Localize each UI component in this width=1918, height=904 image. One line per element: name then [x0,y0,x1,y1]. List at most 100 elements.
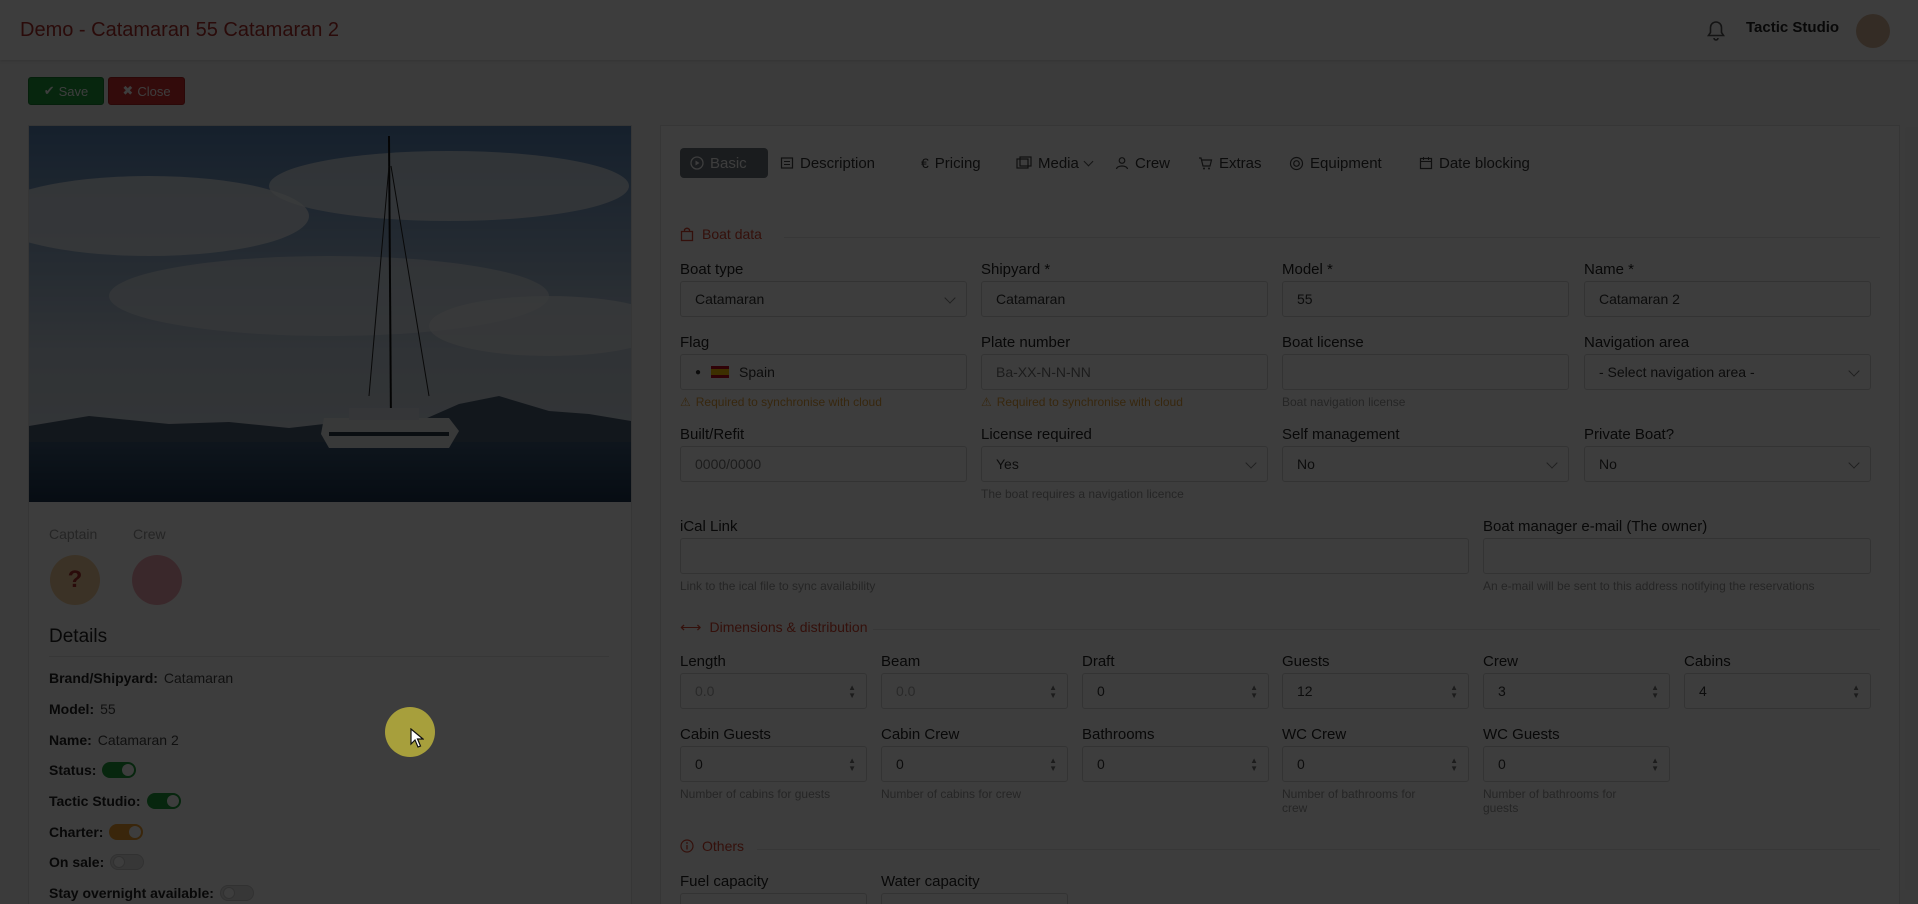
detail-value: 55 [100,701,116,717]
detail-overnight: Stay overnight available: [49,885,254,901]
status-toggle[interactable] [102,762,137,778]
license-required-select[interactable]: Yes [981,446,1268,482]
built-input[interactable] [680,446,967,482]
tab-pricing[interactable]: € Pricing [911,148,991,178]
fuel-capacity-input[interactable] [680,893,867,904]
select-value: - Select navigation area - [1599,364,1755,380]
overnight-toggle[interactable] [219,885,254,901]
manager-email-input[interactable] [1483,538,1871,574]
on-sale-toggle[interactable] [110,854,145,870]
wc-crew-hint: Number of bathrooms for crew [1282,787,1415,815]
captain-avatar[interactable]: ? [50,555,100,605]
bullet-icon: ● [695,366,702,378]
input-value: 0.0 [896,683,916,699]
wc-guests-label: WC Guests [1483,726,1560,743]
water-capacity-input[interactable] [881,893,1068,904]
guests-input[interactable]: 12 ▲ ▼ [1282,673,1469,709]
detail-on-sale: On sale: [49,854,145,870]
ical-input[interactable] [680,538,1469,574]
tab-crew[interactable]: Crew [1105,148,1180,178]
stepper-icon[interactable]: ▲ ▼ [1450,684,1458,700]
warning-icon: ⚠ [981,395,992,409]
wc-crew-label: WC Crew [1282,726,1347,743]
wc-guests-hint: Number of bathrooms for guests [1483,787,1616,815]
fuel-capacity-label: Fuel capacity [680,873,769,890]
save-button[interactable]: ✔ Save [28,77,104,105]
user-name[interactable]: Tactic Studio [1746,19,1839,36]
tab-equipment[interactable]: Equipment [1279,148,1392,178]
close-icon: ✖ [122,83,134,98]
beam-input[interactable]: 0.0 ▲ ▼ [881,673,1068,709]
tab-media[interactable]: Media [1006,148,1102,178]
model-input[interactable]: 55 [1282,281,1569,317]
cabin-crew-hint: Number of cabins for crew [881,787,1022,801]
stepper-icon[interactable]: ▲ ▼ [1049,684,1057,700]
plate-input[interactable] [981,354,1268,390]
tactic-studio-toggle[interactable] [146,793,181,809]
flag-warning: ⚠ Required to synchronise with cloud [680,395,882,409]
section-title: Others [702,838,745,854]
tab-label: Crew [1135,154,1171,172]
name-input[interactable]: Catamaran 2 [1584,281,1871,317]
select-value: No [1297,456,1315,472]
arrows-horizontal-icon: ⟷ [680,619,702,636]
hint-line: Number of bathrooms for [1282,787,1416,801]
section-others: Others [680,838,744,854]
stepper-icon[interactable]: ▲ ▼ [1250,757,1258,773]
stepper-icon[interactable]: ▲ ▼ [1852,684,1860,700]
hint-line: guests [1483,801,1519,815]
document-icon [780,157,794,169]
bell-icon[interactable] [1706,20,1726,42]
avatar[interactable] [1856,14,1890,48]
stepper-icon[interactable]: ▲ ▼ [848,684,856,700]
charter-toggle[interactable] [109,824,144,840]
license-required-hint: The boat requires a navigation licence [981,487,1184,501]
cabin-guests-input[interactable]: 0 ▲ ▼ [680,746,867,782]
navigation-area-select[interactable]: - Select navigation area - [1584,354,1871,390]
stepper-icon[interactable]: ▲ ▼ [1250,684,1258,700]
input-value: 0.0 [695,683,715,699]
wc-crew-input[interactable]: 0 ▲ ▼ [1282,746,1469,782]
flag-select[interactable]: ● Spain [680,354,967,390]
tab-extras[interactable]: Extras [1188,148,1272,178]
crew-avatar[interactable] [132,555,182,605]
input-value: Catamaran 2 [1599,291,1680,307]
section-title: Boat data [702,226,762,242]
bathrooms-input[interactable]: 0 ▲ ▼ [1082,746,1269,782]
boat-license-input[interactable] [1282,354,1569,390]
detail-value: Catamaran 2 [97,732,179,748]
plate-warning: ⚠ Required to synchronise with cloud [981,395,1183,409]
tab-date-blocking[interactable]: Date blocking [1409,148,1540,178]
section-dimensions: ⟷ Dimensions & distribution [680,618,867,636]
stepper-icon[interactable]: ▲ ▼ [1651,684,1659,700]
stepper-icon[interactable]: ▲ ▼ [848,757,856,773]
images-icon [1016,156,1032,169]
detail-status: Status: [49,762,137,778]
boat-type-select[interactable]: Catamaran [680,281,967,317]
cabin-crew-input[interactable]: 0 ▲ ▼ [881,746,1068,782]
warning-text: Required to synchronise with cloud [695,395,882,409]
license-required-label: License required [981,426,1092,443]
stepper-icon[interactable]: ▲ ▼ [1450,757,1458,773]
person-icon [1115,157,1129,170]
detail-charter: Charter: [49,824,144,840]
tab-label: Equipment [1310,154,1382,172]
wc-guests-input[interactable]: 0 ▲ ▼ [1483,746,1670,782]
stepper-icon[interactable]: ▲ ▼ [1049,757,1057,773]
tab-basic[interactable]: Basic [680,148,768,178]
crew-count-input[interactable]: 3 ▲ ▼ [1483,673,1670,709]
close-button[interactable]: ✖ Close [108,77,185,105]
cursor-icon [410,727,425,752]
input-value: 3 [1498,683,1506,699]
draft-input[interactable]: 0 ▲ ▼ [1082,673,1269,709]
private-boat-select[interactable]: No [1584,446,1871,482]
tab-description[interactable]: Description [770,148,885,178]
length-input[interactable]: 0.0 ▲ ▼ [680,673,867,709]
stepper-icon[interactable]: ▲ ▼ [1651,757,1659,773]
detail-key: Tactic Studio: [49,793,141,809]
cabins-input[interactable]: 4 ▲ ▼ [1684,673,1871,709]
spain-flag-icon [711,366,730,378]
self-management-select[interactable]: No [1282,446,1569,482]
shipyard-input[interactable]: Catamaran [981,281,1268,317]
divider [873,629,1880,630]
